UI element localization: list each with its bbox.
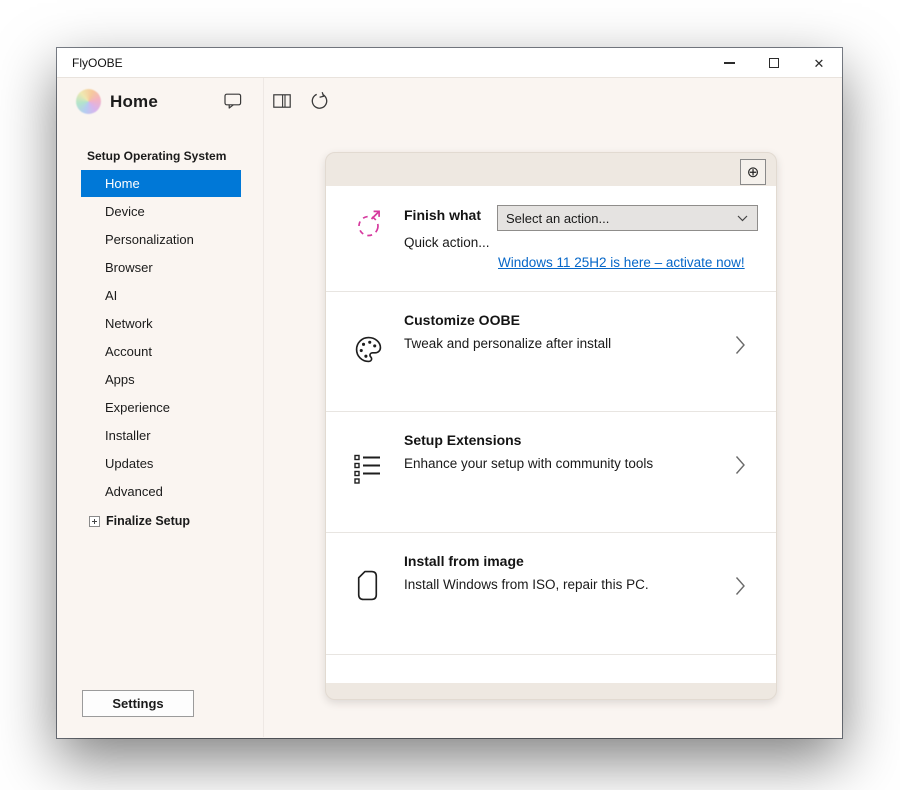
customize-oobe-subtitle: Tweak and personalize after install <box>404 336 611 351</box>
titlebar: FlyOOBE ✕ <box>57 48 842 78</box>
palette-icon <box>354 335 383 364</box>
chevron-right-icon[interactable] <box>735 455 746 475</box>
sidebar-item-experience[interactable]: Experience <box>81 394 241 421</box>
chevron-down-icon <box>737 215 757 222</box>
install-from-image-title: Install from image <box>404 553 524 569</box>
window-body: Home Setup <box>57 78 842 737</box>
maximize-icon <box>769 58 779 68</box>
desktop-background: FlyOOBE ✕ Home <box>0 0 900 790</box>
card-panel: Finish what Quick action... Select an ac… <box>326 186 776 683</box>
sidebar-item-label: Personalization <box>105 232 194 247</box>
expand-plus-icon <box>89 516 100 527</box>
palette-icon-wrap <box>354 335 383 364</box>
minimize-button[interactable] <box>712 48 746 78</box>
window-controls: ✕ <box>701 48 836 78</box>
sidebar-section-title: Setup Operating System <box>87 149 226 163</box>
setup-extensions-title: Setup Extensions <box>404 432 521 448</box>
sidebar-item-updates[interactable]: Updates <box>81 450 241 477</box>
sidebar-item-label: Device <box>105 204 145 219</box>
minimize-icon <box>724 62 735 64</box>
circled-plus-icon: ⊕ <box>747 163 760 181</box>
list-icon-wrap <box>354 454 381 484</box>
page-title: Home <box>110 92 158 112</box>
customize-oobe-title: Customize OOBE <box>404 312 520 328</box>
sidebar-item-home[interactable]: Home <box>81 170 241 197</box>
setup-extensions-row[interactable]: Setup Extensions Enhance your setup with… <box>326 411 776 532</box>
quick-action-title: Finish what <box>404 207 481 223</box>
refresh-button[interactable] <box>309 91 329 110</box>
dashed-refresh-arrow-icon <box>354 208 386 240</box>
sidebar-item-label: Home <box>105 176 140 191</box>
sidebar-item-label: Account <box>105 344 152 359</box>
settings-button[interactable]: Settings <box>82 690 194 717</box>
finalize-setup-label: Finalize Setup <box>106 514 190 528</box>
speech-bubble-icon <box>224 93 242 109</box>
quick-action-row: Finish what Quick action... Select an ac… <box>326 186 776 291</box>
chevron-right-icon[interactable] <box>735 335 746 355</box>
sidebar-item-network[interactable]: Network <box>81 310 241 337</box>
app-window: FlyOOBE ✕ Home <box>57 48 842 738</box>
maximize-button[interactable] <box>757 48 791 78</box>
sidebar-item-account[interactable]: Account <box>81 338 241 365</box>
sidebar-item-ai[interactable]: AI <box>81 282 241 309</box>
sidebar-item-browser[interactable]: Browser <box>81 254 241 281</box>
sidebar-item-device[interactable]: Device <box>81 198 241 225</box>
sidebar-divider <box>263 78 264 737</box>
activate-link[interactable]: Windows 11 25H2 is here – activate now! <box>498 255 745 270</box>
chevron-right-icon[interactable] <box>735 576 746 596</box>
action-dropdown[interactable]: Select an action... <box>497 205 758 231</box>
sidebar-item-label: AI <box>105 288 117 303</box>
sidebar-item-label: Browser <box>105 260 153 275</box>
quick-action-subtitle: Quick action... <box>404 235 490 250</box>
quick-action-icon-wrap <box>354 208 386 240</box>
refresh-icon <box>310 91 329 110</box>
sidebar-item-label: Network <box>105 316 153 331</box>
install-from-image-subtitle: Install Windows from ISO, repair this PC… <box>404 577 649 592</box>
main-card: ⊕ <box>325 152 777 700</box>
sidebar-item-apps[interactable]: Apps <box>81 366 241 393</box>
setup-extensions-subtitle: Enhance your setup with community tools <box>404 456 653 471</box>
customize-oobe-row[interactable]: Customize OOBE Tweak and personalize aft… <box>326 291 776 411</box>
close-button[interactable]: ✕ <box>802 48 836 78</box>
add-button[interactable]: ⊕ <box>740 159 766 185</box>
sidebar-item-personalization[interactable]: Personalization <box>81 226 241 253</box>
sidebar-item-installer[interactable]: Installer <box>81 422 241 449</box>
document-page-icon <box>357 570 378 601</box>
settings-button-label: Settings <box>112 696 163 711</box>
feedback-button[interactable] <box>223 92 243 110</box>
action-dropdown-value: Select an action... <box>498 211 737 226</box>
sidebar-item-label: Experience <box>105 400 170 415</box>
window-title: FlyOOBE <box>57 56 123 70</box>
document-icon-wrap <box>357 570 378 601</box>
split-panel-icon <box>273 94 291 108</box>
sidebar-item-label: Advanced <box>105 484 163 499</box>
sidebar-item-label: Updates <box>105 456 153 471</box>
install-from-image-row[interactable]: Install from image Install Windows from … <box>326 532 776 654</box>
sidebar-item-advanced[interactable]: Advanced <box>81 478 241 505</box>
sidebar-item-label: Installer <box>105 428 151 443</box>
sidebar-item-finalize-setup[interactable]: Finalize Setup <box>89 514 190 528</box>
layout-toggle-button[interactable] <box>272 93 292 108</box>
detailed-list-icon <box>354 454 381 484</box>
close-icon: ✕ <box>814 57 825 70</box>
app-logo-icon <box>76 89 101 114</box>
sidebar-item-label: Apps <box>105 372 135 387</box>
row-divider <box>326 654 776 655</box>
